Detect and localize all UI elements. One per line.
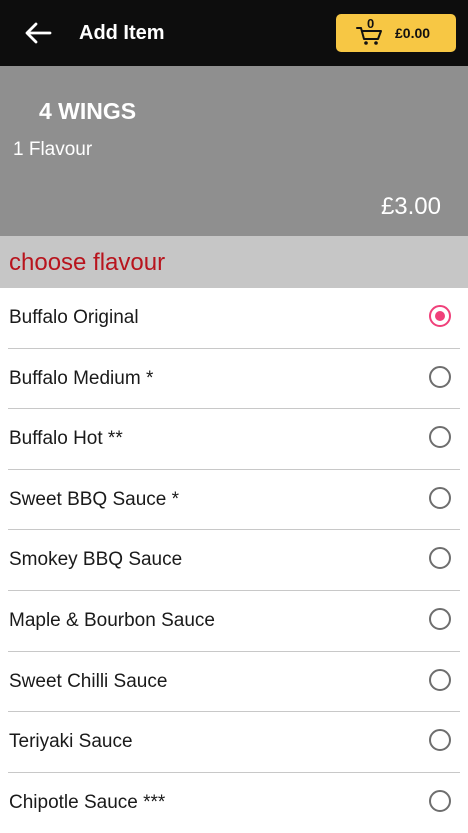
radio-button[interactable] xyxy=(429,547,451,570)
flavour-option[interactable]: Maple & Bourbon Sauce xyxy=(8,591,460,652)
section-title: choose flavour xyxy=(9,249,166,276)
item-summary: 4 WINGS 1 Flavour £3.00 xyxy=(0,66,468,236)
option-label: Chipotle Sauce *** xyxy=(9,791,166,813)
item-name: 4 WINGS xyxy=(39,98,137,124)
flavour-option[interactable]: Teriyaki Sauce xyxy=(8,712,460,773)
radio-button[interactable] xyxy=(429,607,451,630)
cart-total: £0.00 xyxy=(395,25,431,41)
cart-count-badge: 0 xyxy=(367,16,375,31)
option-label: Buffalo Hot ** xyxy=(9,428,123,450)
flavour-option[interactable]: Sweet Chilli Sauce xyxy=(8,652,460,713)
page-title: Add Item xyxy=(79,22,165,44)
flavour-option[interactable]: Buffalo Hot ** xyxy=(8,409,460,470)
section-header: choose flavour xyxy=(0,236,468,288)
radio-button[interactable] xyxy=(429,729,451,752)
option-label: Maple & Bourbon Sauce xyxy=(9,609,215,631)
item-description: 1 Flavour xyxy=(13,139,93,160)
flavour-option[interactable]: Chipotle Sauce *** xyxy=(8,773,460,833)
flavour-option[interactable]: Smokey BBQ Sauce xyxy=(8,530,460,591)
option-label: Sweet BBQ Sauce * xyxy=(9,488,180,510)
flavour-option[interactable]: Buffalo Medium * xyxy=(8,349,460,410)
cart-button[interactable]: 0 £0.00 xyxy=(336,14,456,52)
flavour-options-list: Buffalo Original Buffalo Medium * Buffal… xyxy=(0,288,468,833)
radio-button[interactable] xyxy=(429,426,451,449)
radio-button[interactable] xyxy=(429,486,451,509)
option-label: Teriyaki Sauce xyxy=(9,731,133,753)
item-price: £3.00 xyxy=(380,193,441,220)
option-label: Buffalo Original xyxy=(9,307,139,328)
flavour-option[interactable]: Buffalo Original xyxy=(8,288,460,349)
radio-button[interactable] xyxy=(429,365,451,388)
radio-button[interactable] xyxy=(429,789,451,812)
flavour-option[interactable]: Sweet BBQ Sauce * xyxy=(8,470,460,531)
option-label: Sweet Chilli Sauce xyxy=(9,670,168,692)
option-label: Smokey BBQ Sauce xyxy=(9,549,183,571)
option-label: Buffalo Medium * xyxy=(9,367,154,389)
top-app-bar: Add Item 0 £0.00 xyxy=(0,0,468,66)
radio-button[interactable] xyxy=(429,305,451,327)
arrow-left-icon xyxy=(25,22,52,44)
radio-button[interactable] xyxy=(429,668,451,691)
back-button[interactable] xyxy=(18,15,58,51)
